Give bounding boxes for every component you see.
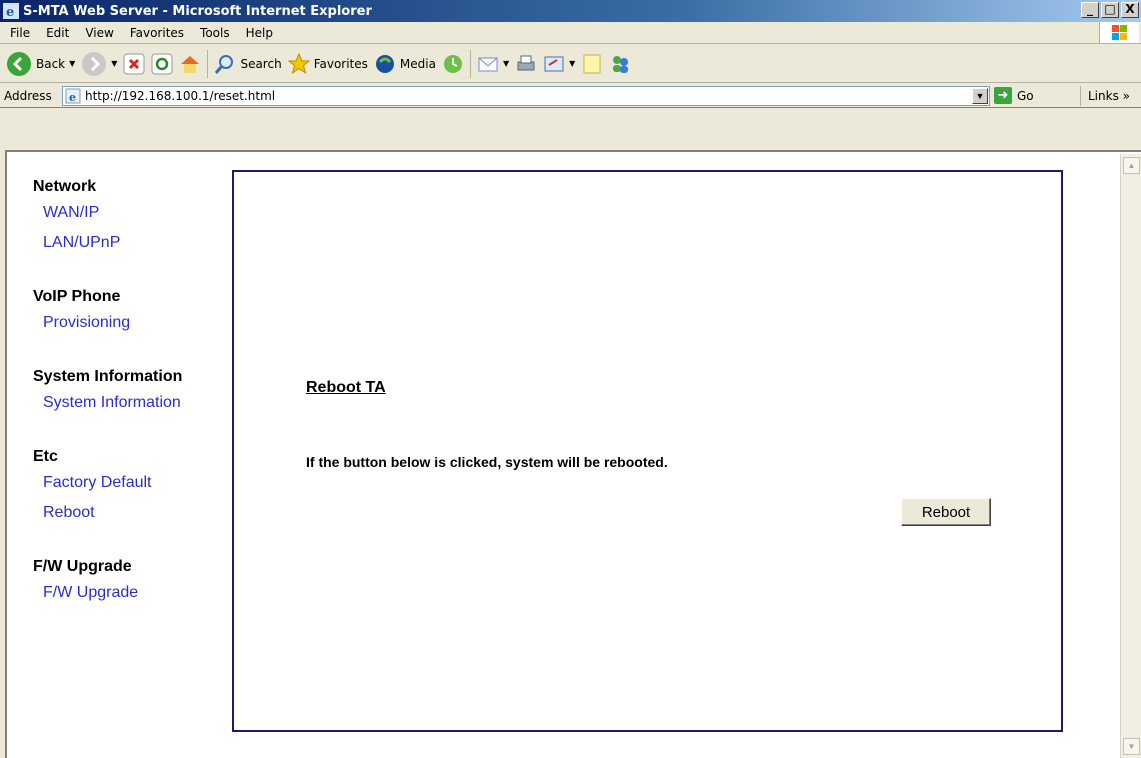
go-label: Go: [1017, 88, 1034, 103]
svg-text:e: e: [69, 91, 76, 104]
nav-link-factory-default[interactable]: Factory Default: [43, 473, 213, 503]
scroll-down-icon[interactable]: ▼: [1123, 738, 1140, 755]
home-button[interactable]: [179, 53, 201, 75]
nav-link-wan-ip[interactable]: WAN/IP: [43, 203, 213, 233]
menu-file[interactable]: File: [0, 26, 38, 40]
nav-link-reboot[interactable]: Reboot: [43, 503, 213, 533]
nav-group-system-information: System Information System Information: [33, 367, 213, 423]
address-dropdown-button[interactable]: ▼: [972, 88, 988, 104]
refresh-button[interactable]: [151, 53, 173, 75]
history-icon: [443, 54, 462, 73]
forward-arrow-icon: [82, 51, 107, 76]
browser-window: e S-MTA Web Server - Microsoft Internet …: [0, 0, 1141, 758]
nav-link-system-information[interactable]: System Information: [43, 393, 213, 423]
mail-button[interactable]: ▼: [477, 53, 509, 75]
vertical-scrollbar[interactable]: ▲ ▼: [1120, 154, 1141, 758]
page-icon: e: [65, 88, 81, 104]
refresh-icon: [151, 53, 173, 74]
nav-group-network: Network WAN/IP LAN/UPnP: [33, 177, 213, 263]
links-button[interactable]: Links »: [1080, 86, 1130, 106]
address-bar: Address e http://192.168.100.1/reset.htm…: [0, 84, 1141, 108]
note-icon: [583, 54, 601, 73]
media-icon: [375, 54, 394, 73]
reboot-warning-text: If the button below is clicked, system w…: [306, 454, 668, 470]
discuss-button[interactable]: [581, 53, 603, 75]
mail-icon: [478, 57, 498, 71]
chevron-down-icon[interactable]: ▼: [69, 59, 75, 68]
chevron-down-icon[interactable]: ▼: [111, 59, 117, 68]
forward-button[interactable]: ▼: [81, 51, 117, 77]
minimize-button[interactable]: _: [1081, 2, 1099, 18]
close-button[interactable]: X: [1121, 2, 1139, 18]
go-button[interactable]: ➜ Go: [994, 87, 1034, 104]
address-input[interactable]: e http://192.168.100.1/reset.html ▼: [62, 86, 990, 106]
chevron-down-icon[interactable]: ▼: [503, 59, 509, 68]
search-button[interactable]: Search: [214, 53, 282, 75]
chevron-down-icon[interactable]: ▼: [569, 59, 575, 68]
toolbar-separator: [469, 49, 471, 78]
nav-heading: Etc: [33, 448, 58, 465]
messenger-button[interactable]: [609, 53, 631, 75]
search-icon: [215, 54, 234, 74]
content-panel: Reboot TA If the button below is clicked…: [232, 170, 1063, 732]
home-icon: [181, 55, 200, 73]
nav-group-etc: Etc Factory Default Reboot: [33, 447, 213, 533]
nav-heading: Network: [33, 178, 97, 195]
menu-view[interactable]: View: [77, 26, 121, 40]
favorites-button[interactable]: Favorites: [287, 52, 368, 75]
stop-icon: [123, 53, 145, 74]
nav-link-fw-upgrade[interactable]: F/W Upgrade: [43, 583, 213, 613]
reboot-button[interactable]: Reboot: [901, 498, 991, 526]
stop-button[interactable]: [123, 53, 145, 75]
left-nav: Network WAN/IP LAN/UPnP VoIP Phone Provi…: [33, 177, 213, 637]
nav-group-voip: VoIP Phone Provisioning: [33, 287, 213, 343]
windows-logo: [1099, 22, 1139, 43]
window-title: S-MTA Web Server - Microsoft Internet Ex…: [23, 3, 372, 19]
media-label: Media: [399, 56, 436, 71]
back-label: Back: [36, 56, 66, 71]
menu-favorites[interactable]: Favorites: [122, 26, 192, 40]
menu-bar: File Edit View Favorites Tools Help: [0, 22, 1141, 44]
svg-text:e: e: [6, 5, 14, 19]
nav-link-lan-upnp[interactable]: LAN/UPnP: [43, 233, 213, 263]
edit-button[interactable]: ▼: [543, 53, 575, 75]
toolbar-separator: [207, 49, 209, 78]
back-button[interactable]: Back ▼: [6, 51, 75, 77]
address-label: Address: [4, 88, 52, 103]
nav-link-provisioning[interactable]: Provisioning: [43, 313, 213, 343]
nav-heading: System Information: [33, 368, 183, 385]
menu-tools[interactable]: Tools: [192, 26, 238, 40]
scroll-up-icon[interactable]: ▲: [1123, 157, 1140, 174]
nav-heading: F/W Upgrade: [33, 558, 132, 575]
star-icon: [287, 52, 310, 74]
address-url: http://192.168.100.1/reset.html: [85, 89, 276, 103]
media-button[interactable]: Media: [374, 53, 436, 75]
favorites-label: Favorites: [313, 56, 368, 71]
messenger-icon: [613, 55, 629, 73]
nav-group-fw-upgrade: F/W Upgrade F/W Upgrade: [33, 557, 213, 613]
page-title: Reboot TA: [306, 379, 386, 396]
windows-flag-icon: [1112, 25, 1127, 40]
ie-icon: e: [3, 3, 19, 19]
print-button[interactable]: [515, 53, 537, 75]
maximize-button[interactable]: □: [1101, 2, 1119, 18]
back-arrow-icon: [7, 51, 31, 76]
history-button[interactable]: [442, 53, 464, 75]
nav-heading: VoIP Phone: [33, 288, 121, 305]
standard-toolbar: Back ▼ ▼ Search Favorites Media ▼ ▼: [0, 45, 1141, 83]
search-label: Search: [240, 56, 282, 71]
menu-edit[interactable]: Edit: [38, 26, 77, 40]
title-bar: e S-MTA Web Server - Microsoft Internet …: [0, 0, 1141, 22]
printer-icon: [517, 55, 535, 70]
menu-help[interactable]: Help: [238, 26, 281, 40]
edit-page-icon: [544, 56, 564, 71]
go-arrow-icon: ➜: [994, 87, 1012, 104]
